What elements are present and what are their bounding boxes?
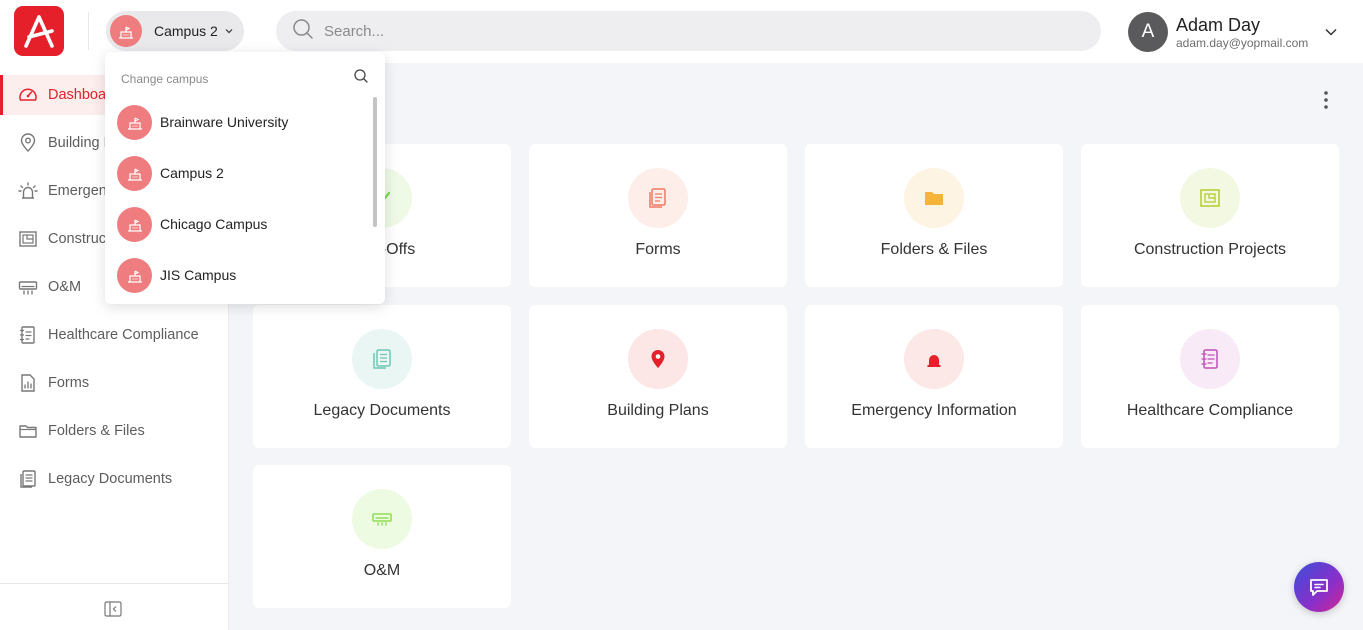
form-icon <box>649 188 666 208</box>
card-icon-circle <box>628 329 688 389</box>
chevron-down-icon <box>224 26 234 36</box>
campus-avatar <box>117 104 152 140</box>
campus-option[interactable]: JIS Campus <box>117 255 369 295</box>
sidebar-item-folders-files[interactable]: Folders & Files <box>0 411 229 451</box>
folder-icon <box>925 192 943 205</box>
notebook-icon <box>18 325 38 345</box>
campus-option[interactable]: Campus 2 <box>117 153 369 193</box>
sidebar-collapse-button[interactable] <box>103 600 123 618</box>
card-label: O&M <box>363 562 401 579</box>
card-icon-circle <box>1180 168 1240 228</box>
user-menu[interactable]: A Adam Day adam.day@yopmail.com <box>1128 10 1348 54</box>
campus-selector-label: Campus 2 <box>154 23 218 39</box>
sidebar-item-label: Healthcare Compliance <box>48 327 199 343</box>
collapse-sidebar-icon <box>104 601 122 617</box>
campus-option[interactable]: Chicago Campus <box>117 204 369 244</box>
avatar: A <box>1128 12 1168 52</box>
form-icon <box>18 373 38 393</box>
dashboard-card-healthcare-compliance[interactable]: Healthcare Compliance <box>1081 305 1339 448</box>
campus-option-label: JIS Campus <box>160 267 237 283</box>
campus-avatar <box>110 15 142 47</box>
dashboard-card-emergency-information[interactable]: Emergency Information <box>805 305 1063 448</box>
user-email: adam.day@yopmail.com <box>1176 35 1309 50</box>
dashboard-card-building-plans[interactable]: Building Plans <box>529 305 787 448</box>
card-icon-circle <box>904 329 964 389</box>
chat-icon <box>1310 579 1328 596</box>
campus-dropdown: Change campus Brainware University Campu… <box>105 52 385 304</box>
campus-building-icon <box>127 219 142 232</box>
sidebar-item-label: Forms <box>48 375 90 391</box>
campus-option-label: Brainware University <box>160 114 289 130</box>
search-input[interactable] <box>324 22 1024 40</box>
campus-avatar <box>117 155 152 191</box>
sidebar-item-healthcare-compliance[interactable]: Healthcare Compliance <box>0 315 229 355</box>
dropdown-scrollbar[interactable] <box>373 97 377 227</box>
global-search <box>276 11 1101 51</box>
card-label: Healthcare Compliance <box>1126 402 1294 419</box>
campus-option-label: Chicago Campus <box>160 216 268 232</box>
card-label: Emergency Information <box>851 402 1017 419</box>
dashboard-card-legacy-documents[interactable]: Legacy Documents <box>253 305 511 448</box>
campus-avatar <box>117 257 152 293</box>
dashboard-card-om[interactable]: O&M <box>253 465 511 608</box>
campus-building-icon <box>127 117 142 130</box>
speedometer-icon <box>18 85 38 105</box>
air-conditioner-icon <box>18 277 38 297</box>
campus-option-label: Campus 2 <box>160 165 224 181</box>
card-label: Construction Projects <box>1133 241 1287 258</box>
sidebar-item-label: Folders & Files <box>48 423 145 439</box>
card-icon-circle <box>352 329 412 389</box>
air-conditioner-icon <box>372 513 392 526</box>
card-label: Building Plans <box>607 402 709 419</box>
sidebar-divider <box>0 583 229 584</box>
card-icon-circle <box>1180 329 1240 389</box>
blueprint-icon <box>18 229 38 249</box>
card-label: Folders & Files <box>880 241 988 258</box>
header-divider <box>88 12 89 50</box>
dashboard-card-folders-files[interactable]: Folders & Files <box>805 144 1063 287</box>
card-icon-circle <box>628 168 688 228</box>
card-label: Forms <box>635 241 681 258</box>
dashboard-card-forms[interactable]: Forms <box>529 144 787 287</box>
documents-icon <box>18 469 38 489</box>
sidebar-item-legacy-documents[interactable]: Legacy Documents <box>0 459 229 499</box>
brand-logo[interactable] <box>14 6 64 56</box>
sidebar-item-forms[interactable]: Forms <box>0 363 229 403</box>
map-pin-icon <box>18 133 38 153</box>
card-icon-circle <box>904 168 964 228</box>
campus-building-icon <box>119 26 133 39</box>
alarm-icon <box>18 181 38 201</box>
dropdown-title: Change campus <box>121 72 209 86</box>
user-info: Adam Day adam.day@yopmail.com <box>1176 14 1308 51</box>
campus-building-icon <box>127 270 142 283</box>
chat-button[interactable] <box>1294 562 1344 612</box>
card-icon-circle <box>352 489 412 549</box>
sidebar-item-label: Legacy Documents <box>48 471 173 487</box>
alarm-icon <box>927 355 941 367</box>
campus-option[interactable]: Brainware University <box>117 102 369 142</box>
dashboard-card-construction-projects[interactable]: Construction Projects <box>1081 144 1339 287</box>
campus-selector-button[interactable]: Campus 2 <box>106 11 244 51</box>
search-icon <box>292 18 314 45</box>
more-options-button[interactable] <box>1316 88 1336 112</box>
map-pin-icon <box>651 350 665 368</box>
brand-logo-icon <box>24 15 54 48</box>
blueprint-icon <box>1200 189 1220 207</box>
sidebar-item-label: O&M <box>48 279 82 295</box>
campus-building-icon <box>127 168 142 181</box>
kebab-menu-icon <box>1324 91 1328 109</box>
chevron-down-icon <box>1324 25 1338 39</box>
search-icon[interactable] <box>353 68 369 84</box>
campus-avatar <box>117 206 152 242</box>
user-name: Adam Day <box>1176 14 1261 35</box>
documents-icon <box>373 349 391 369</box>
folder-icon <box>18 421 38 441</box>
card-label: Legacy Documents <box>313 402 451 419</box>
notebook-icon <box>1201 349 1218 369</box>
